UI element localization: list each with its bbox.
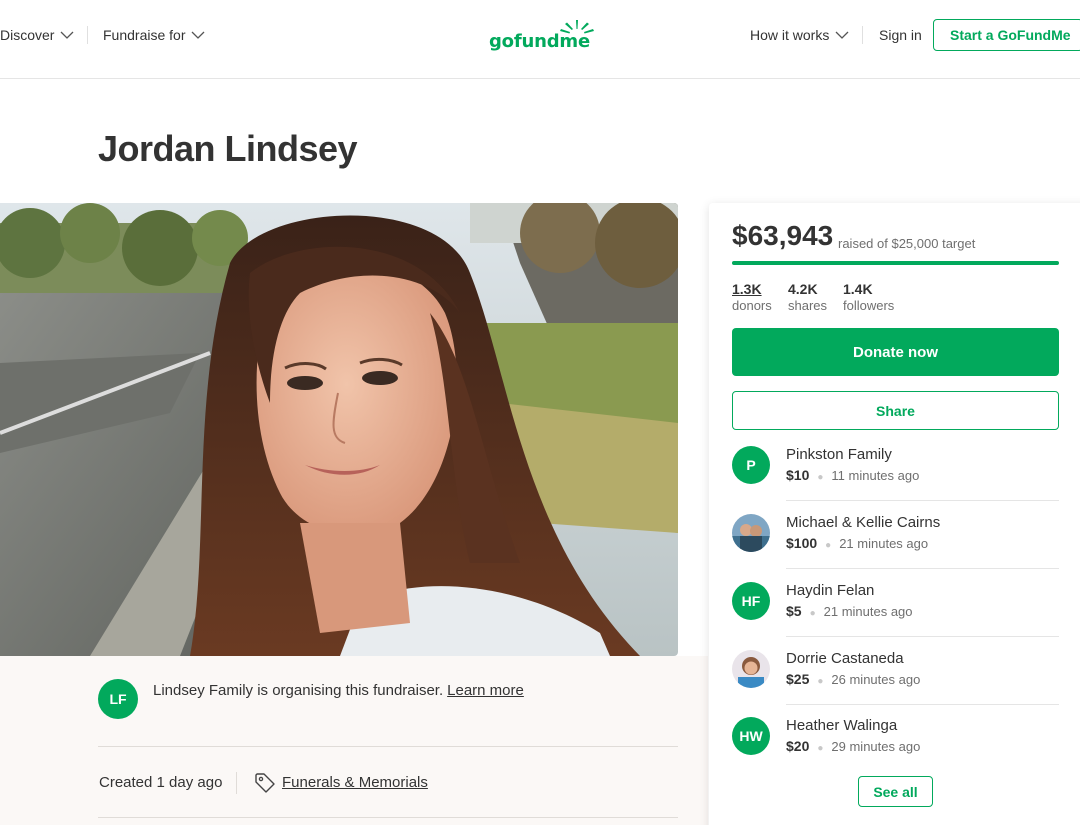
donation-item: Michael & Kellie Cairns $100 ● 21 minutes …: [732, 514, 1059, 582]
donor-name: Haydin Felan: [786, 582, 875, 599]
donor-name: Pinkston Family: [786, 446, 892, 463]
donation-item: Dorrie Castaneda $25 ● 26 minutes ago: [732, 650, 1059, 718]
donation-amount: $100: [786, 535, 818, 551]
created-date: Created 1 day ago: [99, 774, 223, 791]
fundraise-for-label: Fundraise for: [103, 27, 186, 43]
learn-more-link[interactable]: Learn more: [447, 682, 524, 699]
discover-label: Discover: [0, 27, 55, 43]
stat-label: followers: [843, 298, 895, 313]
stat-value: 1.3K: [732, 281, 762, 297]
donor-avatar: P: [732, 446, 770, 484]
progress-bar: [732, 261, 1059, 265]
raised-amount: $63,943: [732, 220, 834, 251]
stat-label: donors: [732, 298, 772, 313]
donation-amount: $5: [786, 603, 802, 619]
donation-details: $5 ● 21 minutes ago: [786, 603, 913, 619]
campaign-hero-image: [0, 203, 678, 656]
see-all-button[interactable]: See all: [858, 776, 933, 807]
chevron-down-icon: [61, 31, 74, 39]
category-link[interactable]: Funerals & Memorials: [282, 774, 428, 791]
donor-avatar: HF: [732, 582, 770, 620]
donor-avatar-photo: [732, 514, 770, 552]
logo-wordmark: gofundme: [489, 31, 590, 52]
divider: [786, 500, 1059, 501]
donation-amount: $10: [786, 467, 810, 483]
donation-item: HW Heather Walinga $20 ● 29 minutes ago: [732, 717, 1059, 785]
separator-dot-icon: ●: [825, 540, 832, 551]
donor-name: Dorrie Castaneda: [786, 650, 904, 667]
fundraise-for-menu[interactable]: Fundraise for: [103, 27, 205, 43]
donation-amount: $25: [786, 671, 810, 687]
start-gofundme-button[interactable]: Start a GoFundMe: [933, 19, 1080, 51]
divider: [786, 568, 1059, 569]
donation-details: $100 ● 21 minutes ago: [786, 535, 928, 551]
donation-time: 29 minutes ago: [831, 739, 921, 754]
chevron-down-icon: [835, 31, 849, 39]
progress-bar-fill: [732, 261, 1059, 265]
how-it-works-label: How it works: [750, 27, 830, 43]
separator-dot-icon: ●: [817, 676, 824, 687]
gofundme-logo[interactable]: gofundme: [489, 18, 595, 52]
meta-divider: [236, 772, 237, 794]
donation-time: 11 minutes ago: [831, 468, 920, 483]
donor-name: Heather Walinga: [786, 717, 898, 734]
donor-name: Michael & Kellie Cairns: [786, 514, 941, 531]
donation-amount: $20: [786, 738, 810, 754]
page-title: Jordan Lindsey: [98, 128, 358, 169]
donor-avatar: HW: [732, 717, 770, 755]
stat-shares: 4.2K shares: [788, 281, 827, 313]
donate-now-button[interactable]: Donate now: [732, 328, 1059, 376]
stat-value: 4.2K: [788, 281, 818, 297]
donation-details: $25 ● 26 minutes ago: [786, 671, 920, 687]
top-navigation-bar: Discover Fundraise for gofundme How it w…: [0, 0, 1080, 79]
donation-details: $10 ● 11 minutes ago: [786, 467, 919, 483]
stat-donors[interactable]: 1.3K donors: [732, 281, 772, 313]
organizer-info: Lindsey Family is organising this fundra…: [153, 682, 524, 699]
organizer-text: Lindsey Family is organising this fundra…: [153, 682, 444, 699]
divider: [786, 704, 1059, 705]
share-button[interactable]: Share: [732, 391, 1059, 430]
stat-value: 1.4K: [843, 281, 873, 297]
separator-dot-icon: ●: [809, 608, 816, 619]
separator-dot-icon: ●: [817, 472, 824, 483]
separator-dot-icon: ●: [817, 743, 824, 754]
chevron-down-icon: [192, 31, 205, 39]
divider: [786, 636, 1059, 637]
donation-item: P Pinkston Family $10 ● 11 minutes ago: [732, 446, 1059, 514]
sign-in-link[interactable]: Sign in: [879, 27, 922, 43]
nav-divider: [87, 26, 88, 44]
tag-icon: [255, 773, 275, 793]
divider: [98, 746, 678, 747]
discover-menu[interactable]: Discover: [0, 27, 74, 43]
divider: [98, 817, 678, 818]
how-it-works-menu[interactable]: How it works: [750, 27, 849, 43]
donation-time: 21 minutes ago: [839, 536, 929, 551]
donor-avatar-photo: [732, 650, 770, 688]
donation-time: 21 minutes ago: [823, 604, 913, 619]
donation-item: HF Haydin Felan $5 ● 21 minutes ago: [732, 582, 1059, 650]
donation-details: $20 ● 29 minutes ago: [786, 738, 920, 754]
nav-divider: [862, 26, 863, 44]
stat-followers: 1.4K followers: [843, 281, 894, 313]
raised-target-text: raised of $25,000 target: [838, 236, 976, 251]
stat-label: shares: [788, 298, 828, 313]
organizer-avatar: LF: [98, 679, 138, 719]
donation-time: 26 minutes ago: [831, 672, 921, 687]
